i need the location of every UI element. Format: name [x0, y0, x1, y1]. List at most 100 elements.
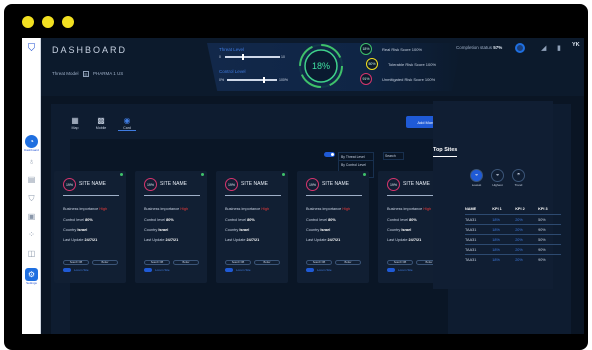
filter-highest[interactable]: ◒ Highest	[490, 169, 505, 187]
row-value: Israel	[320, 228, 331, 232]
control-row: Control level 80%	[144, 218, 174, 222]
threat-model-value[interactable]: PHARMA 1 US	[93, 71, 123, 76]
business-row: Business importance High	[63, 207, 107, 211]
control-level-label: Control Level	[219, 69, 246, 74]
filter-label: Trend	[514, 183, 523, 187]
card-toggle[interactable]	[225, 268, 233, 272]
table-cell: 18%	[492, 244, 516, 255]
status-dot	[282, 173, 285, 176]
site-card[interactable]: 19% SITE NAME Business importance High C…	[297, 171, 369, 283]
updated-row: Last Update 24/7/21	[144, 238, 178, 242]
site-name: SITE NAME	[241, 181, 268, 187]
settings-gear-icon[interactable]: ⚙	[25, 268, 38, 281]
card-toggle[interactable]	[144, 268, 152, 272]
threat-slider[interactable]	[225, 56, 280, 58]
control-row: Control level 80%	[63, 218, 93, 222]
card-toggle-label: Lorem Site	[317, 268, 332, 272]
card-toggle[interactable]	[63, 268, 71, 272]
threat-level-label: Threat Level	[219, 47, 245, 52]
better-button[interactable]: Better	[92, 260, 118, 265]
control-row: Control level 80%	[306, 218, 336, 222]
page-title: DASHBOARD	[52, 45, 128, 55]
table-cell: TAA31	[465, 244, 493, 255]
card-toggle-label: Lorem Site	[74, 268, 89, 272]
site-card[interactable]: 19% SITE NAME Business importance High C…	[54, 171, 126, 283]
view-map[interactable]: ▦ Map	[66, 116, 84, 131]
card-toggle-label: Lorem Site	[398, 268, 413, 272]
site-card[interactable]: 19% SITE NAME Business importance High C…	[216, 171, 288, 283]
updated-row: Last Update 24/7/21	[63, 238, 97, 242]
search-db-button[interactable]: Search DB	[144, 260, 170, 265]
map-icon: ▦	[71, 116, 79, 125]
control-slider[interactable]	[227, 79, 277, 81]
updated-row: Last Update 24/7/21	[225, 238, 259, 242]
better-button[interactable]: Better	[254, 260, 280, 265]
dashboard-icon[interactable]: ◔	[25, 135, 38, 148]
network-icon[interactable]: ⁘	[25, 228, 38, 241]
view-card[interactable]: ◉ Card	[118, 116, 136, 131]
risk-gauge: 18%	[299, 44, 343, 88]
threat-model-box[interactable]: ☰	[82, 71, 89, 77]
signal-icon[interactable]: ◢	[541, 44, 546, 52]
table-row[interactable]: TAA31 18% 20% 90%	[465, 224, 561, 235]
threat-max: 10	[281, 55, 285, 59]
view-mobile[interactable]: ▩ Mobile	[92, 116, 110, 131]
filter-label: Lowest	[471, 183, 482, 187]
table-row[interactable]: TAA31 18% 20% 90%	[465, 254, 561, 264]
table-row[interactable]: TAA31 18% 20% 50%	[465, 214, 561, 225]
business-row: Business importance High	[144, 207, 188, 211]
threat-min: 0	[219, 55, 221, 59]
row-value: High	[180, 207, 189, 211]
site-score-ring: 19%	[225, 178, 238, 191]
row-label: Business importance	[225, 207, 261, 211]
control-row: Control level 80%	[225, 218, 255, 222]
search-db-button[interactable]: Search DB	[63, 260, 89, 265]
org-chart-icon[interactable]: ♁	[25, 155, 38, 168]
completion-ring	[515, 43, 525, 53]
user-avatar[interactable]: YK	[572, 42, 580, 48]
better-button[interactable]: Better	[335, 260, 361, 265]
cards-toggle[interactable]	[324, 152, 335, 157]
filter-trend[interactable]: ◓ Trend	[511, 169, 526, 187]
search-db-button[interactable]: Search DB	[225, 260, 251, 265]
completion-label: Completion status	[456, 45, 493, 50]
control-slider-knob[interactable]	[263, 77, 265, 83]
calendar-icon[interactable]: ▤	[25, 173, 38, 186]
row-value: 24/7/21	[408, 238, 422, 242]
card-icon: ◉	[123, 116, 131, 125]
country-row: Country Israel	[63, 228, 87, 232]
gauge-value: 18%	[312, 61, 330, 71]
business-row: Business importance High	[387, 207, 431, 211]
device-icon[interactable]: ▮	[557, 44, 561, 52]
control-max: 100%	[279, 78, 288, 82]
card-toggle[interactable]	[306, 268, 314, 272]
table-cell: 50%	[538, 214, 561, 225]
search-db-button[interactable]: Search DB	[387, 260, 413, 265]
row-value: 24/7/21	[327, 238, 341, 242]
card-toggle[interactable]	[387, 268, 395, 272]
country-row: Country Israel	[225, 228, 249, 232]
risk-label: Tolerable Risk Score 100%	[388, 62, 437, 67]
table-row[interactable]: TAA31 18% 20% 90%	[465, 244, 561, 255]
row-label: Business importance	[306, 207, 342, 211]
sort-selected[interactable]: By Threat Level	[339, 153, 373, 161]
better-button[interactable]: Better	[173, 260, 199, 265]
stack-icon[interactable]: ◫	[25, 247, 38, 260]
filter-lowest[interactable]: ◒ Lowest	[469, 169, 484, 187]
document-icon[interactable]: ▣	[25, 210, 38, 223]
search-db-button[interactable]: Search DB	[306, 260, 332, 265]
sort-option[interactable]: By Control Level	[339, 161, 373, 169]
threat-slider-knob[interactable]	[242, 54, 244, 60]
shield-icon[interactable]: ⛉	[25, 192, 38, 205]
site-card[interactable]: 19% SITE NAME Business importance High C…	[135, 171, 207, 283]
card-toggle-label: Lorem Site	[236, 268, 251, 272]
col-header: NAME	[465, 207, 477, 211]
row-value: 24/7/21	[84, 238, 98, 242]
view-label: Card	[118, 126, 136, 131]
row-value: Israel	[158, 228, 169, 232]
row-label: Last Update	[63, 238, 84, 242]
row-value: Israel	[77, 228, 88, 232]
table-row[interactable]: TAA31 18% 20% 50%	[465, 234, 561, 245]
search-input[interactable]: Search	[383, 152, 404, 160]
row-label: Control level	[144, 218, 166, 222]
